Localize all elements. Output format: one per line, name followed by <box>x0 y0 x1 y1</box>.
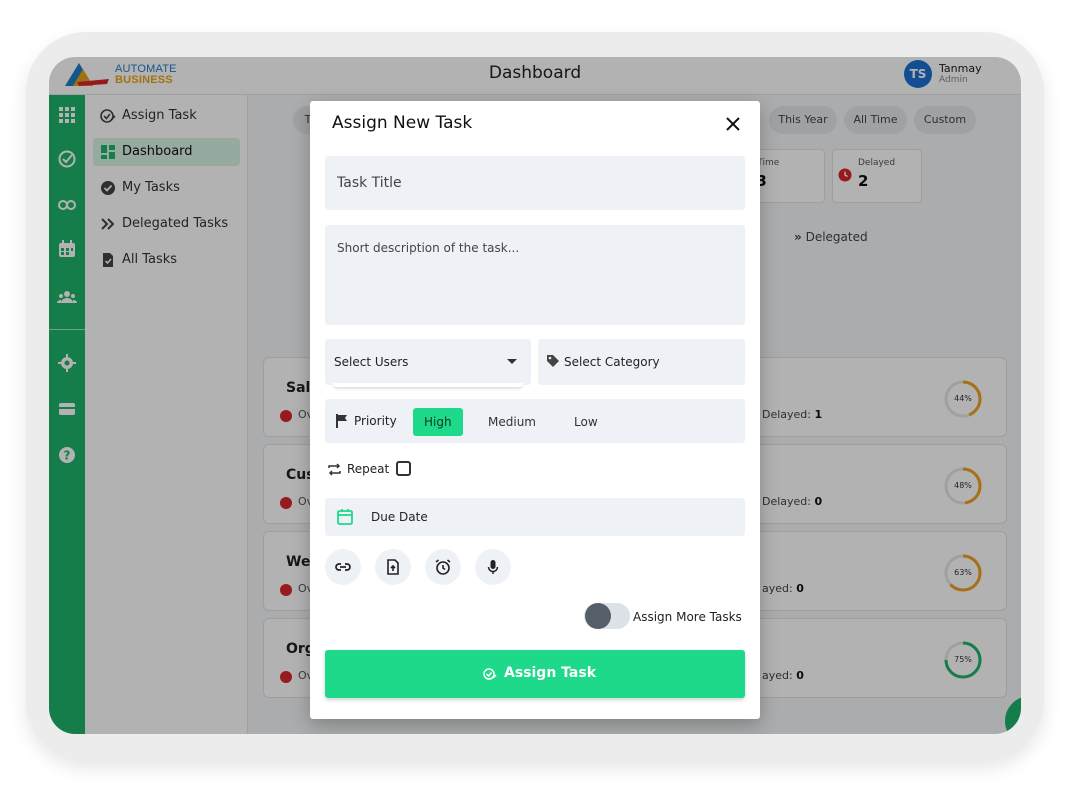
link-icon <box>335 563 351 571</box>
set-reminder-button[interactable] <box>425 549 461 585</box>
assign-task-icon <box>483 668 497 680</box>
upload-file-button[interactable] <box>375 549 411 585</box>
task-description-input[interactable] <box>325 225 745 325</box>
repeat-label: Repeat <box>347 462 390 476</box>
select-category-label: Select Category <box>564 355 660 369</box>
priority-selector: Priority High Medium Low <box>325 399 745 443</box>
assign-task-modal: Assign New Task Select Users Select Cate… <box>310 101 760 719</box>
priority-high-button[interactable]: High <box>413 408 463 436</box>
attach-link-button[interactable] <box>325 549 361 585</box>
dropdown-shadow <box>333 383 523 387</box>
close-icon[interactable] <box>724 115 742 133</box>
due-date-picker[interactable]: Due Date <box>325 498 745 536</box>
priority-label: Priority <box>354 414 397 428</box>
assign-more-toggle[interactable]: Assign More Tasks <box>584 603 746 631</box>
file-upload-icon <box>387 559 399 575</box>
repeat-icon <box>328 463 341 476</box>
due-date-label: Due Date <box>371 510 428 524</box>
voice-note-button[interactable] <box>475 549 511 585</box>
assign-task-label: Assign Task <box>504 665 596 681</box>
app-screen: AUTOMATE BUSINESS Dashboard TS Tanmay Ad… <box>49 57 1021 734</box>
calendar-icon <box>337 509 353 525</box>
tag-icon <box>547 355 559 367</box>
select-users-label: Select Users <box>334 355 409 369</box>
toggle-switch[interactable] <box>584 603 630 629</box>
chevron-down-icon <box>507 359 517 364</box>
microphone-icon <box>487 560 499 574</box>
select-category-dropdown[interactable]: Select Category <box>538 339 745 385</box>
task-title-input[interactable] <box>325 156 745 210</box>
flag-icon <box>336 414 347 428</box>
assign-task-button[interactable]: Assign Task <box>325 650 745 698</box>
modal-title: Assign New Task <box>332 113 473 133</box>
select-users-dropdown[interactable]: Select Users <box>325 339 531 387</box>
priority-low-button[interactable]: Low <box>563 408 609 436</box>
toggle-knob <box>585 603 611 629</box>
priority-medium-button[interactable]: Medium <box>477 408 547 436</box>
repeat-checkbox[interactable] <box>396 461 411 476</box>
alarm-clock-icon <box>435 559 451 575</box>
assign-more-label: Assign More Tasks <box>633 610 742 624</box>
